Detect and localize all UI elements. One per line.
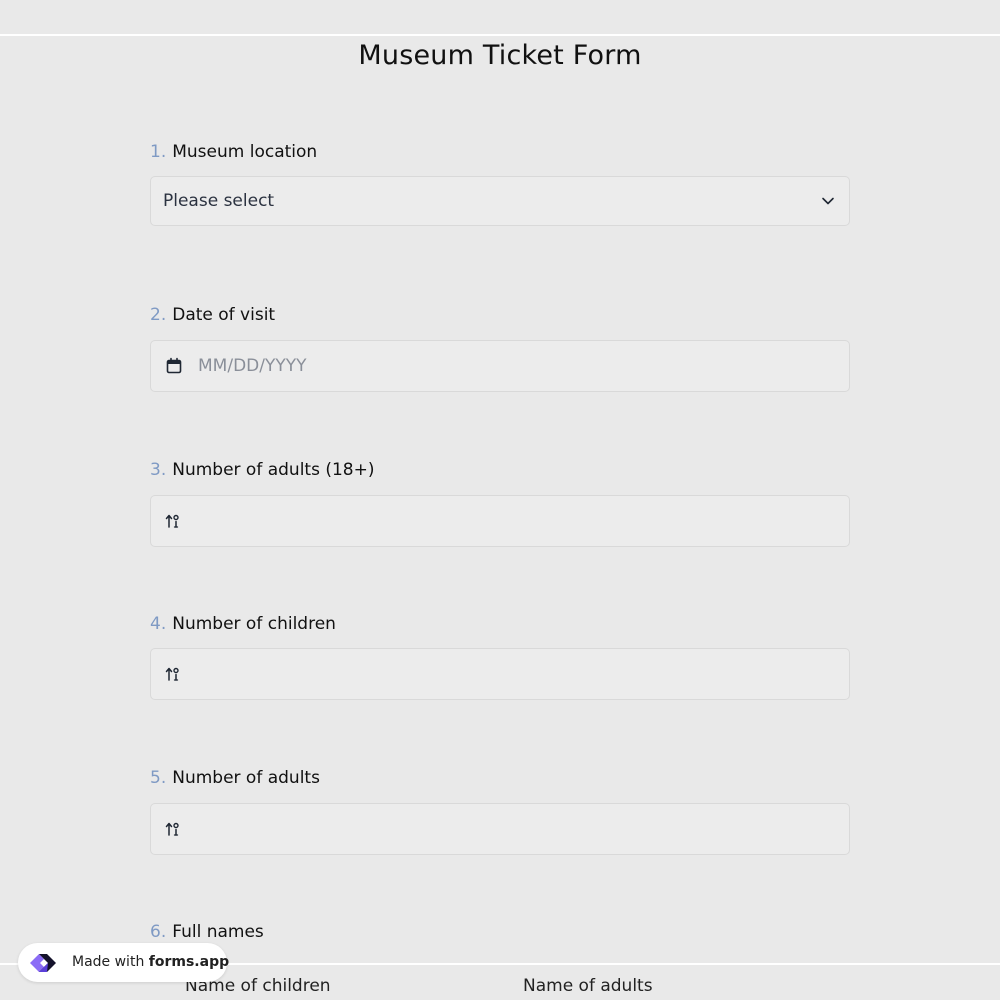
question-label: 5. Number of adults bbox=[150, 766, 850, 790]
top-divider bbox=[0, 34, 1000, 36]
question-text: Number of adults bbox=[172, 768, 320, 788]
date-placeholder: MM/DD/YYYY bbox=[198, 356, 307, 376]
column-header-adults: Name of adults bbox=[523, 976, 653, 996]
museum-location-select[interactable]: Please select bbox=[150, 176, 850, 226]
badge-text: Made with forms.app bbox=[72, 943, 229, 982]
question-text: Number of adults (18+) bbox=[172, 460, 375, 480]
question-label: 2. Date of visit bbox=[150, 303, 850, 327]
question-label: 6. Full names bbox=[150, 920, 850, 944]
question-number: 1. bbox=[150, 142, 167, 162]
question-text: Number of children bbox=[172, 614, 336, 634]
question-number: 5. bbox=[150, 768, 167, 788]
question-number: 6. bbox=[150, 922, 167, 942]
question-number: 4. bbox=[150, 614, 167, 634]
question-label: 4. Number of children bbox=[150, 612, 850, 636]
calendar-icon bbox=[166, 357, 182, 374]
question-number: 3. bbox=[150, 460, 167, 480]
question-label: 1. Museum location bbox=[150, 140, 850, 164]
question-full-names: 6. Full names bbox=[150, 920, 850, 944]
select-value: Please select bbox=[163, 191, 275, 211]
date-of-visit-field[interactable]: MM/DD/YYYY bbox=[150, 340, 850, 392]
badge-prefix: Made with bbox=[72, 954, 145, 970]
made-with-badge[interactable]: Made with forms.app bbox=[18, 943, 229, 982]
number-sort-icon bbox=[165, 822, 179, 836]
badge-brand: forms.app bbox=[148, 954, 230, 970]
number-of-children-input[interactable] bbox=[150, 648, 850, 700]
question-text: Date of visit bbox=[172, 305, 276, 325]
question-date-of-visit: 2. Date of visit MM/DD/YYYY bbox=[150, 303, 850, 392]
forms-app-logo-icon bbox=[30, 954, 56, 972]
question-number-of-adults-18: 3. Number of adults (18+) bbox=[150, 458, 850, 547]
number-sort-icon bbox=[165, 667, 179, 681]
question-text: Museum location bbox=[172, 142, 318, 162]
number-of-adults-18-input[interactable] bbox=[150, 495, 850, 547]
question-number: 2. bbox=[150, 305, 167, 325]
page-title: Museum Ticket Form bbox=[358, 40, 642, 71]
question-museum-location: 1. Museum location Please select bbox=[150, 140, 850, 226]
number-sort-icon bbox=[165, 514, 179, 528]
question-text: Full names bbox=[172, 922, 264, 942]
number-of-adults-input[interactable] bbox=[150, 803, 850, 855]
question-number-of-children: 4. Number of children bbox=[150, 612, 850, 700]
question-number-of-adults: 5. Number of adults bbox=[150, 766, 850, 855]
question-label: 3. Number of adults (18+) bbox=[150, 458, 850, 482]
chevron-down-icon bbox=[822, 197, 834, 205]
